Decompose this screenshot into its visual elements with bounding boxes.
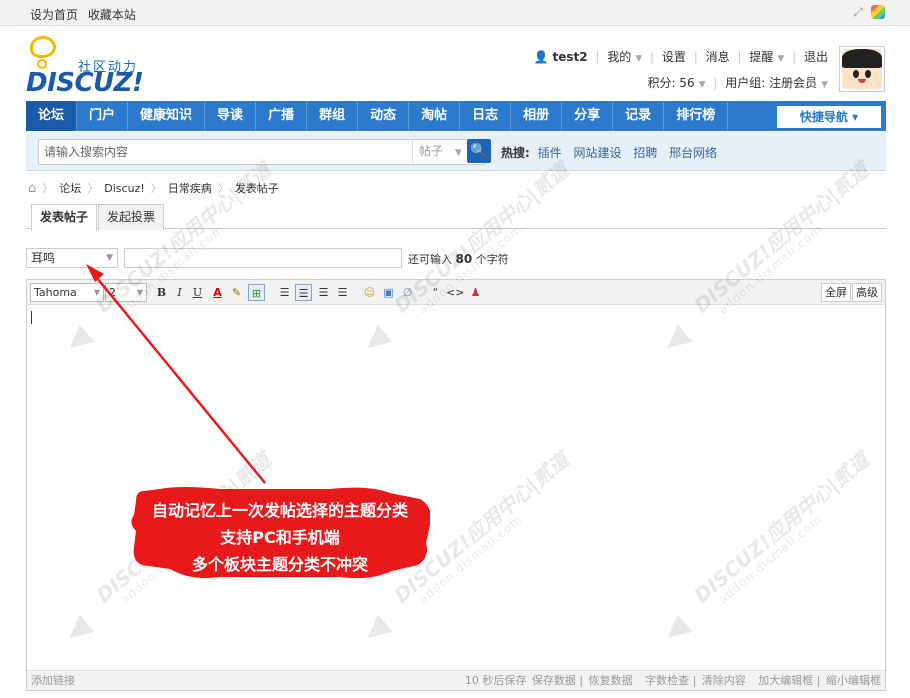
bold-button[interactable]: B <box>153 284 170 301</box>
expand-icon[interactable]: ⤢ <box>851 5 865 19</box>
restore-data-link[interactable]: 恢复数据 <box>589 674 633 687</box>
hot-word-plugins[interactable]: 插件 <box>538 146 562 160</box>
user-bar: 👤 test2 | 我的 ▼ | 设置 | 消息 | 提醒 ▼ | 退出 积分: 56… <box>533 50 829 90</box>
chevron-down-icon: ▼ <box>777 54 785 64</box>
autosave-status: 10 秒后保存 <box>464 674 527 687</box>
tab-new-thread[interactable]: 发表帖子 <box>31 204 98 231</box>
annotation-line-1: 自动记忆上一次发帖选择的主题分类 <box>151 501 408 520</box>
post-tabs: 发表帖子 发起投票 <box>26 202 886 231</box>
qq-icon[interactable]: ♟ <box>467 284 484 301</box>
fullscreen-button[interactable]: 全屏 <box>821 283 851 302</box>
advanced-mode-button[interactable]: 高级 <box>852 283 882 302</box>
text-caret <box>31 311 32 324</box>
clear-content-link[interactable]: 清除内容 <box>702 674 746 687</box>
nav-item-collection[interactable]: 淘帖 <box>409 101 461 131</box>
site-logo[interactable]: 社区动力 DISCUZ! <box>26 36 156 98</box>
nav-item-records[interactable]: 记录 <box>613 101 665 131</box>
nav-item-album[interactable]: 相册 <box>511 101 563 131</box>
subject-input[interactable] <box>124 248 402 268</box>
nav-item-health[interactable]: 健康知识 <box>128 101 206 131</box>
editor-status-bar: 添加链接 10 秒后保存 保存数据 | 恢复数据 字数检查 | 清除内容 加大编… <box>27 670 885 690</box>
link-icon[interactable]: ⊞ <box>248 284 265 301</box>
emoticon-icon[interactable]: ☺ <box>361 284 378 301</box>
quote-button[interactable]: “ <box>427 284 444 301</box>
set-homepage-link[interactable]: 设为首页 <box>30 8 78 22</box>
font-color-button[interactable]: A <box>209 284 226 301</box>
align-left-icon[interactable]: ☰ <box>276 284 293 301</box>
hot-word-website[interactable]: 网站建设 <box>573 146 621 160</box>
logo-bubble-icon <box>30 36 56 69</box>
font-family-select[interactable]: Tahoma ▼ <box>30 283 104 302</box>
annotation-callout: 自动记忆上一次发帖选择的主题分类 支持PC和手机端 多个板块主题分类不冲突 <box>130 485 430 585</box>
user-icon: 👤 <box>533 50 549 64</box>
code-button[interactable]: <> <box>446 284 464 301</box>
nav-item-ranking[interactable]: 排行榜 <box>664 101 729 131</box>
annotation-line-3: 多个板块主题分类不冲突 <box>191 555 368 574</box>
underline-button[interactable]: U <box>189 284 206 301</box>
nav-item-broadcast[interactable]: 广播 <box>256 101 308 131</box>
editor-toolbar: Tahoma ▼ 2 ▼ B I U A ✎ ⊞ ☰ ☰ ☰ ☰ ☺ ▣ ∅ “ <… <box>27 280 885 305</box>
chevron-down-icon: ▼ <box>821 80 828 90</box>
points-menu[interactable]: 积分: 56 <box>647 76 694 90</box>
nav-item-blog[interactable]: 日志 <box>460 101 512 131</box>
image-icon[interactable]: ▣ <box>380 284 397 301</box>
hot-search: 热搜: 插件 网站建设 招聘 邢台网络 <box>501 144 725 161</box>
align-justify-icon[interactable]: ☰ <box>295 284 312 301</box>
hot-word-network[interactable]: 邢台网络 <box>669 146 717 160</box>
search-type-select[interactable]: 帖子 ▼ <box>412 139 464 163</box>
nav-item-forum[interactable]: 论坛 <box>26 101 78 131</box>
chevron-down-icon: ▼ <box>698 80 706 90</box>
chevron-down-icon: ▼ <box>136 288 143 297</box>
top-bar: 设为首页 收藏本站 ⤢ <box>0 0 910 26</box>
enlarge-editor-link[interactable]: 加大编辑框 <box>758 674 813 687</box>
avatar[interactable] <box>839 46 885 92</box>
hot-word-jobs[interactable]: 招聘 <box>633 146 657 160</box>
italic-button[interactable]: I <box>171 284 188 301</box>
word-count-link[interactable]: 字数检查 <box>645 674 689 687</box>
search-button[interactable]: 🔍 <box>467 139 491 163</box>
add-link-button[interactable]: 添加链接 <box>31 671 75 690</box>
shrink-editor-link[interactable]: 缩小编辑框 <box>826 674 881 687</box>
thread-type-select[interactable]: 耳鸣 ▼ <box>26 248 118 268</box>
chevron-down-icon: ▼ <box>635 54 643 64</box>
colorful-app-icon[interactable] <box>871 5 885 19</box>
font-size-select[interactable]: 2 ▼ <box>105 283 147 302</box>
highlight-icon[interactable]: ✎ <box>228 284 245 301</box>
main-nav: 论坛 门户 健康知识 导读 广播 群组 动态 淘帖 日志 相册 分享 记录 排行… <box>26 101 886 131</box>
nav-item-feed[interactable]: 动态 <box>358 101 410 131</box>
user-group-menu[interactable]: 用户组: 注册会员 <box>725 76 817 90</box>
search-icon: 🔍 <box>470 143 488 159</box>
attachment-icon[interactable]: ∅ <box>399 284 416 301</box>
reminders-menu[interactable]: 提醒 <box>749 50 773 64</box>
nav-item-guide[interactable]: 导读 <box>205 101 257 131</box>
bookmark-site-link[interactable]: 收藏本站 <box>88 8 136 22</box>
messages-link[interactable]: 消息 <box>706 50 730 64</box>
breadcrumb-current: 发表帖子 <box>234 182 279 195</box>
chevron-down-icon: ▼ <box>454 148 462 158</box>
nav-item-portal[interactable]: 门户 <box>77 101 129 131</box>
breadcrumb: ⌂ 〉 论坛 〉 Discuz! 〉 日常疾病 〉 发表帖子 <box>28 180 279 196</box>
save-data-link[interactable]: 保存数据 <box>532 674 576 687</box>
quick-nav-button[interactable]: 快捷导航 ▾ <box>777 106 881 128</box>
username-link[interactable]: test2 <box>552 50 587 64</box>
home-icon[interactable]: ⌂ <box>28 181 36 196</box>
settings-link[interactable]: 设置 <box>662 50 686 64</box>
breadcrumb-forum[interactable]: 论坛 <box>59 180 81 196</box>
hot-search-label: 热搜: <box>501 146 530 160</box>
align-right-icon[interactable]: ☰ <box>334 284 351 301</box>
chevron-down-icon: ▼ <box>106 253 113 263</box>
char-count: 还可输入 80 个字符 <box>408 252 509 266</box>
tab-new-poll[interactable]: 发起投票 <box>98 204 165 230</box>
breadcrumb-discuz[interactable]: Discuz! <box>104 182 144 195</box>
chevron-down-icon: ▼ <box>93 288 100 297</box>
char-count-number: 80 <box>455 252 473 266</box>
nav-item-share[interactable]: 分享 <box>562 101 614 131</box>
align-center-icon[interactable]: ☰ <box>315 284 332 301</box>
nav-item-groups[interactable]: 群组 <box>307 101 359 131</box>
logout-link[interactable]: 退出 <box>804 50 828 64</box>
my-menu[interactable]: 我的 <box>607 50 631 64</box>
annotation-line-2: 支持PC和手机端 <box>220 528 340 547</box>
logo-word: DISCUZ! <box>26 68 144 98</box>
breadcrumb-board[interactable]: 日常疾病 <box>168 180 212 196</box>
